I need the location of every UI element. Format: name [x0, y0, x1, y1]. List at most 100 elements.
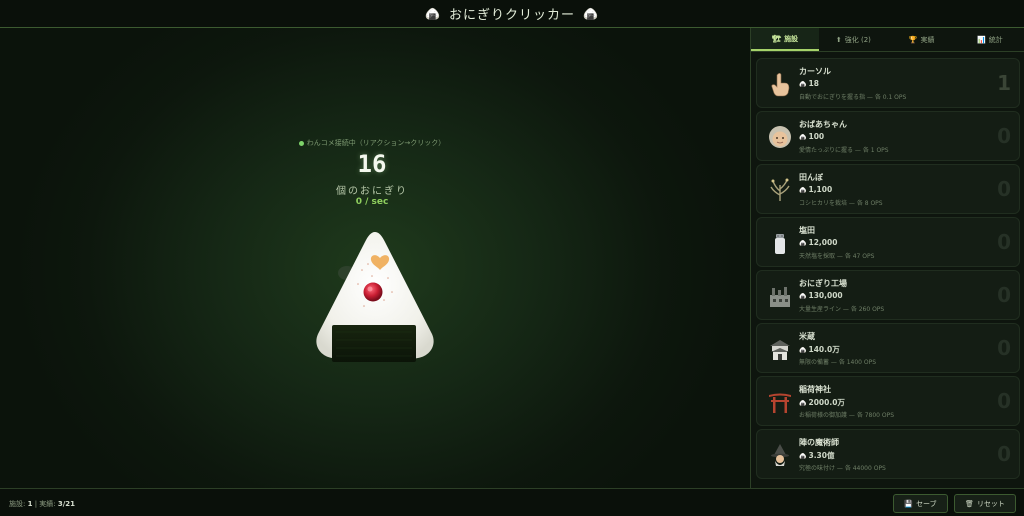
chart-icon: 📊	[977, 35, 986, 44]
building-owned-count: 0	[997, 283, 1011, 307]
building-owned-count: 1	[997, 71, 1011, 95]
onigiri-icon: 🍙	[799, 187, 807, 194]
building-factory[interactable]: おにぎり工場 🍙 130,000 大量生産ライン — 各 260 OPS 0	[756, 270, 1020, 320]
building-name: 陣の魔術師	[799, 438, 839, 447]
building-cost-value: 100	[808, 132, 825, 141]
building-wizard[interactable]: 陣の魔術師 🍙 3.30億 究極の味付け — 各 44000 OPS 0	[756, 429, 1020, 479]
building-cost: 🍙 1,100	[799, 185, 832, 194]
tab-achievements[interactable]: 🏆 実績	[888, 28, 956, 51]
building-cursor[interactable]: カーソル 🍙 18 自動でおにぎりを握る指 — 各 0.1 OPS 1	[756, 58, 1020, 108]
onigiri-icon: 🍙	[583, 6, 599, 21]
building-cost-value: 3.30億	[808, 451, 835, 460]
app-title: 🍙 おにぎりクリッカー 🍙	[425, 4, 599, 24]
status-dot-icon	[298, 140, 304, 146]
building-name: 稲荷神社	[799, 385, 831, 394]
building-cost-value: 1,100	[808, 185, 833, 194]
building-owned-count: 0	[997, 336, 1011, 360]
building-owned-count: 0	[997, 442, 1011, 466]
onigiri-icon: 🍙	[799, 134, 807, 141]
onigiri-icon: 🍙	[799, 81, 807, 88]
onigiri-icon: 🍙	[799, 240, 807, 247]
building-cost-value: 130,000	[808, 291, 843, 300]
tab-label: 施設	[784, 34, 799, 43]
building-cost-value: 18	[808, 79, 819, 88]
building-rice-field[interactable]: 田んぼ 🍙 1,100 コシヒカリを栽培 — 各 8 OPS 0	[756, 164, 1020, 214]
count-unit: 個のおにぎり	[336, 186, 408, 197]
building-description: 究極の味付け — 各 44000 OPS	[799, 465, 886, 472]
building-name: 田んぼ	[799, 173, 823, 182]
building-cost-value: 2000.0万	[808, 398, 845, 407]
building-grandma[interactable]: おばあちゃん 🍙 100 愛情たっぷりに握る — 各 1 OPS 0	[756, 111, 1020, 161]
production-rate: 0 / sec	[355, 197, 389, 207]
building-name: おばあちゃん	[799, 120, 847, 129]
tab-label: 統計	[988, 35, 1003, 44]
building-description: 愛情たっぷりに握る — 各 1 OPS	[799, 147, 889, 154]
achievements-label: 実績:	[39, 500, 58, 508]
stats-summary: 施設: 1 | 実績: 3/21	[9, 499, 75, 509]
factory-icon	[770, 287, 790, 307]
building-cost-value: 12,000	[808, 238, 838, 247]
building-description: 大量生産ライン — 各 260 OPS	[799, 306, 885, 313]
salt-icon	[775, 234, 785, 254]
building-name: 塩田	[799, 226, 815, 235]
buildings-count-label: 施設:	[9, 500, 28, 508]
title-bar: 🍙 おにぎりクリッカー 🍙	[0, 0, 1024, 28]
building-cost: 🍙 3.30億	[799, 450, 835, 461]
onigiri-icon: 🍙	[799, 453, 807, 460]
building-salt-field[interactable]: 塩田 🍙 12,000 天然塩を採取 — 各 47 OPS 0	[756, 217, 1020, 267]
building-description: 自動でおにぎりを握る指 — 各 0.1 OPS	[799, 94, 907, 101]
building-cost: 🍙 140.0万	[799, 344, 840, 355]
storehouse-icon	[770, 340, 790, 360]
building-owned-count: 0	[997, 124, 1011, 148]
game-area: わんコメ接続中（リアクション→クリック） 16 個のおにぎり 0 / sec	[0, 28, 750, 488]
floppy-disk-icon: 💾	[904, 499, 914, 508]
onigiri-icon: 🍙	[425, 6, 441, 21]
building-cost: 🍙 18	[799, 79, 819, 88]
building-shrine[interactable]: 稲荷神社 🍙 2000.0万 お稲荷様の御加護 — 各 7800 OPS 0	[756, 376, 1020, 426]
achievements-value: 3/21	[57, 500, 76, 508]
connection-status-text: わんコメ接続中（リアクション→クリック）	[306, 139, 446, 147]
tab-label: 実績	[920, 35, 935, 44]
onigiri-click-button[interactable]	[300, 228, 450, 368]
onigiri-count: 16	[357, 150, 387, 178]
connection-status: わんコメ接続中（リアクション→クリック）	[0, 138, 744, 148]
building-owned-count: 0	[997, 177, 1011, 201]
reset-button[interactable]: 🗑 リセット	[954, 494, 1016, 513]
wizard-icon	[771, 444, 789, 466]
building-owned-count: 0	[997, 230, 1011, 254]
building-name: おにぎり工場	[799, 279, 847, 288]
reset-label: リセット	[976, 499, 1005, 508]
building-icon: 🏗	[772, 34, 782, 43]
building-name: カーソル	[799, 67, 831, 76]
grandma-icon	[769, 126, 791, 148]
building-description: コシヒカリを栽培 — 各 8 OPS	[799, 200, 883, 207]
building-cost: 🍙 100	[799, 132, 824, 141]
tab-stats[interactable]: 📊 統計	[956, 28, 1024, 51]
onigiri-icon[interactable]	[300, 228, 450, 368]
app-title-text: おにぎりクリッカー	[448, 8, 575, 23]
tab-buildings[interactable]: 🏗 施設	[751, 28, 820, 51]
building-name: 米蔵	[799, 332, 815, 341]
tab-upgrades[interactable]: ⬆ 強化 (2)	[819, 28, 887, 51]
building-cost: 🍙 2000.0万	[799, 397, 845, 408]
building-cost: 🍙 12,000	[799, 238, 837, 247]
shrine-icon	[769, 393, 791, 413]
building-description: 無限の備蓄 — 各 1400 OPS	[799, 359, 877, 366]
trash-icon: 🗑	[965, 499, 974, 508]
building-storehouse[interactable]: 米蔵 🍙 140.0万 無限の備蓄 — 各 1400 OPS 0	[756, 323, 1020, 373]
shop-tabs: 🏗 施設 ⬆ 強化 (2) 🏆 実績 📊 統計	[751, 28, 1024, 52]
pointing-hand-icon	[771, 73, 790, 97]
save-button[interactable]: 💾 セーブ	[893, 494, 948, 513]
building-description: 天然塩を採取 — 各 47 OPS	[799, 253, 875, 260]
upgrade-icon: ⬆	[835, 35, 842, 44]
trophy-icon: 🏆	[908, 35, 918, 44]
onigiri-icon: 🍙	[799, 400, 807, 407]
save-label: セーブ	[916, 499, 937, 508]
building-owned-count: 0	[997, 389, 1011, 413]
building-description: お稲荷様の御加護 — 各 7800 OPS	[799, 412, 895, 419]
rice-plant-icon	[770, 178, 790, 201]
status-bar: 施設: 1 | 実績: 3/21 💾 セーブ 🗑 リセット	[0, 488, 1024, 516]
shop-panel: 🏗 施設 ⬆ 強化 (2) 🏆 実績 📊 統計 カーソル 🍙 18 自動でおにぎり…	[750, 28, 1024, 488]
tab-label: 強化 (2)	[844, 35, 871, 44]
onigiri-icon: 🍙	[799, 347, 807, 354]
